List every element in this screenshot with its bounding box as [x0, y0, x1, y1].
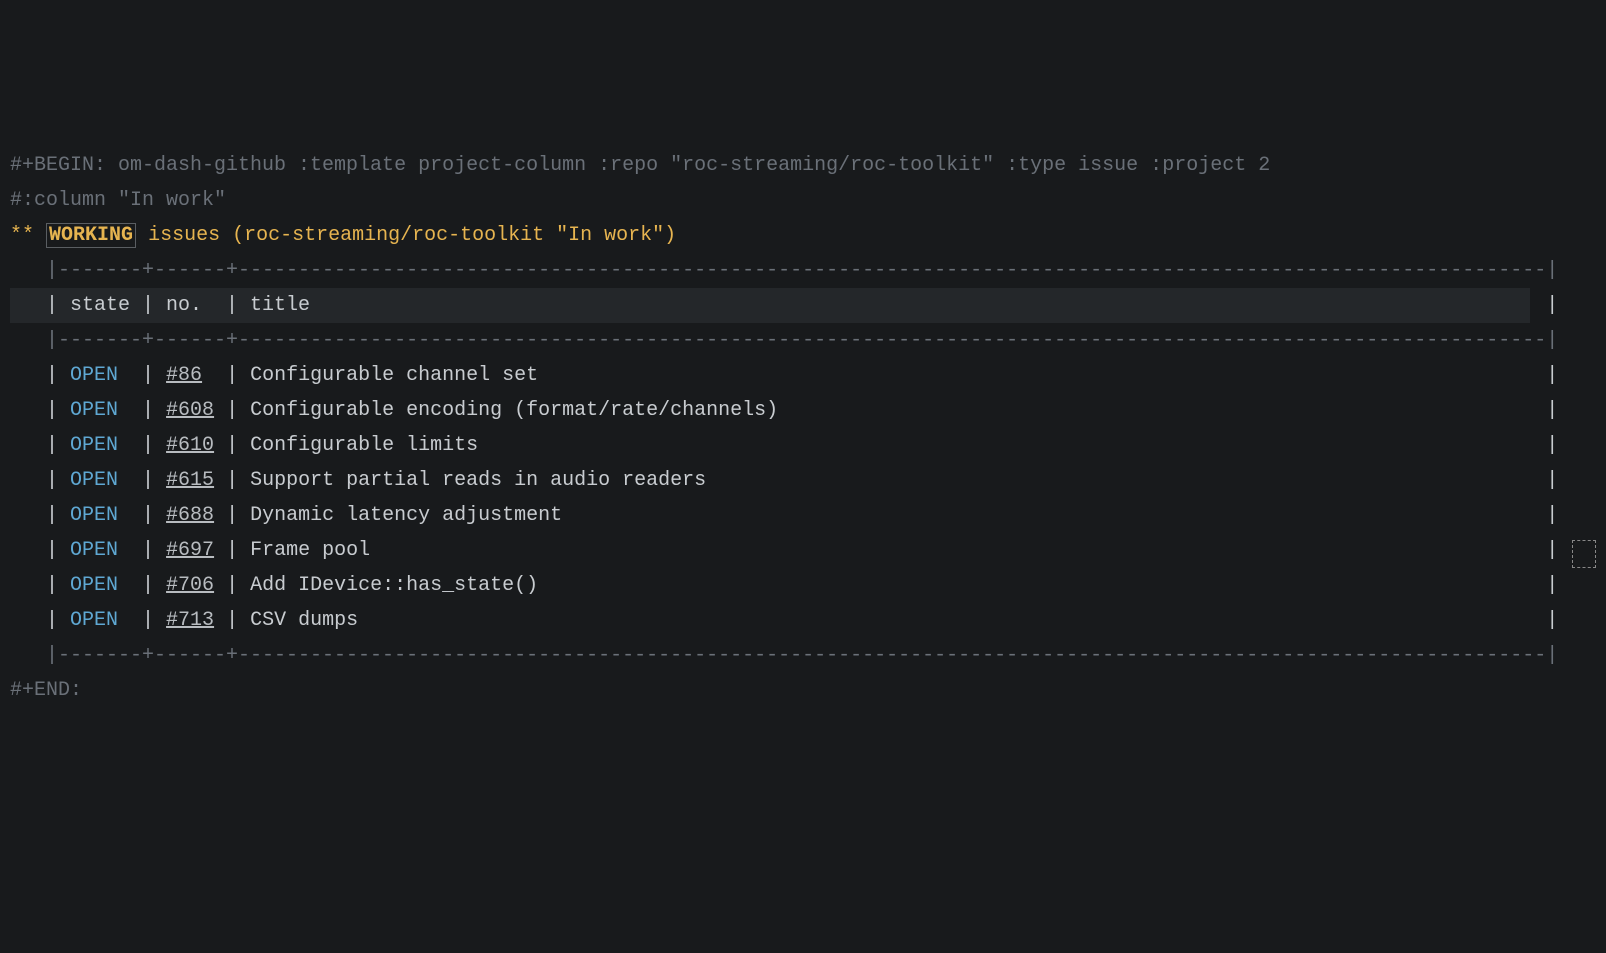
issue-link[interactable]: #610 — [166, 434, 214, 457]
issue-title: Support partial reads in audio readers — [250, 469, 706, 492]
table-sep-top: |-------+------+------------------------… — [10, 253, 1596, 288]
table-header-row: | state | no. | title | — [10, 288, 1530, 323]
issue-title: Frame pool — [250, 539, 370, 562]
begin-continuation: #:column "In work" — [10, 189, 226, 212]
issue-state: OPEN — [70, 399, 118, 422]
begin-directive: #+BEGIN: om-dash-github :template projec… — [10, 154, 1270, 177]
issue-title: Dynamic latency adjustment — [250, 504, 562, 527]
table-row: | OPEN | #608 | Configurable encoding (f… — [10, 393, 1596, 428]
issue-title: Configurable channel set — [250, 364, 538, 387]
issue-link[interactable]: #615 — [166, 469, 214, 492]
issue-state: OPEN — [70, 539, 118, 562]
issue-state: OPEN — [70, 609, 118, 632]
issue-state: OPEN — [70, 434, 118, 457]
table-row: | OPEN | #615 | Support partial reads in… — [10, 463, 1596, 498]
end-directive: #+END: — [10, 679, 82, 702]
heading-text: issues (roc-streaming/roc-toolkit "In wo… — [148, 224, 676, 247]
issue-link[interactable]: #608 — [166, 399, 214, 422]
issue-title: CSV dumps — [250, 609, 358, 632]
table-sep-mid: |-------+------+------------------------… — [10, 323, 1596, 358]
table-row: | OPEN | #713 | CSV dumps | — [10, 603, 1596, 638]
issue-link[interactable]: #713 — [166, 609, 214, 632]
issue-title: Configurable encoding (format/rate/chann… — [250, 399, 778, 422]
table-row: | OPEN | #86 | Configurable channel set … — [10, 358, 1596, 393]
issue-state: OPEN — [70, 504, 118, 527]
issue-link[interactable]: #688 — [166, 504, 214, 527]
table-row: | OPEN | #688 | Dynamic latency adjustme… — [10, 498, 1596, 533]
table-row: | OPEN | #697 | Frame pool | — [10, 533, 1596, 568]
table-sep-bot: |-------+------+------------------------… — [10, 638, 1596, 673]
issue-state: OPEN — [70, 469, 118, 492]
issue-link[interactable]: #697 — [166, 539, 214, 562]
cursor-indicator — [1572, 540, 1596, 568]
issue-state: OPEN — [70, 364, 118, 387]
table-row: | OPEN | #610 | Configurable limits | — [10, 428, 1596, 463]
issue-link[interactable]: #86 — [166, 364, 202, 387]
issue-title: Configurable limits — [250, 434, 478, 457]
working-tag: WORKING — [46, 223, 136, 248]
heading-stars: ** — [10, 224, 34, 247]
